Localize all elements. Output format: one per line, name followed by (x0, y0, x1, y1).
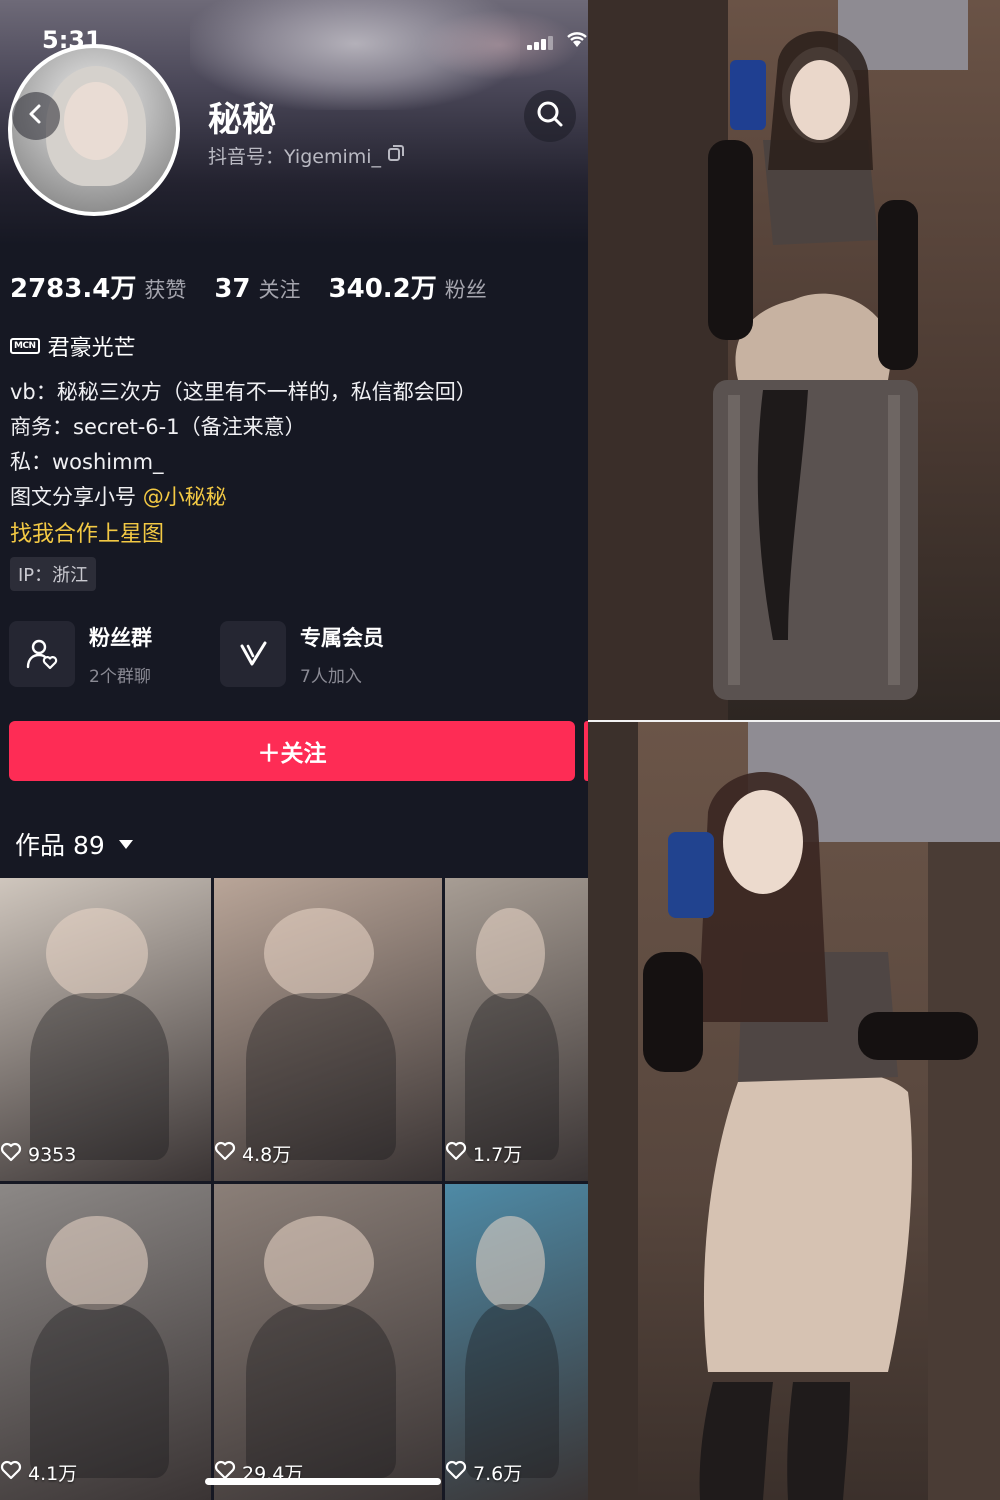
cooperation-link[interactable]: 找我合作上星图 (10, 516, 164, 548)
video-thumbnail[interactable]: 4.8万 (214, 878, 442, 1181)
douyin-id-text: 抖音号：Yigemimi_ (208, 146, 382, 168)
bio-line: 商务：secret-6-1（备注来意） (10, 415, 306, 439)
like-count-text: 1.7万 (473, 1144, 523, 1166)
stat-label: 获赞 (144, 278, 187, 302)
mcn-badge-icon: MCN (10, 338, 40, 354)
stat-label: 关注 (258, 278, 301, 302)
video-like-count: 4.8万 (214, 1140, 291, 1167)
stat-number: 340.2万 (328, 274, 437, 304)
back-button[interactable] (12, 92, 60, 140)
heart-icon (445, 1460, 467, 1485)
photo-bottom (588, 722, 1000, 1500)
mcn-agency[interactable]: MCN 君豪光芒 (10, 330, 136, 362)
card-title: 粉丝群 (89, 625, 152, 650)
video-like-count: 1.7万 (445, 1140, 522, 1167)
mention-link[interactable]: @小秘秘 (143, 485, 227, 509)
caret-down-icon (118, 839, 133, 849)
bio-line: vb：秘秘三次方（这里有不一样的，私信都会回） (10, 380, 477, 404)
like-count-text: 4.1万 (28, 1463, 78, 1485)
stat-label: 粉丝 (444, 278, 487, 302)
like-count-text: 9353 (28, 1143, 77, 1166)
search-button[interactable] (524, 90, 576, 142)
card-subtitle: 2个群聊 (89, 666, 151, 687)
video-thumbnail[interactable]: 4.1万 (0, 1184, 211, 1500)
douyin-id[interactable]: 抖音号：Yigemimi_ (208, 142, 405, 169)
heart-icon (0, 1142, 22, 1167)
video-thumbnail[interactable]: 7.6万 (445, 1184, 588, 1500)
like-count-text: 4.8万 (242, 1144, 292, 1166)
video-like-count: 4.1万 (0, 1459, 77, 1486)
profile-nickname: 秘秘 (208, 100, 276, 140)
bio-line: 私：woshimm_ (10, 450, 164, 474)
fan-group-icon (9, 621, 75, 687)
copy-icon[interactable] (387, 144, 405, 167)
heart-icon (445, 1141, 467, 1166)
heart-icon (214, 1141, 236, 1166)
works-tab-label: 作品 89 (15, 831, 105, 860)
signal-icon (527, 36, 553, 50)
video-thumbnail[interactable]: 1.7万 (445, 878, 588, 1181)
ip-location-tag: IP：浙江 (10, 557, 97, 591)
heart-icon (0, 1460, 22, 1485)
chevron-left-icon (25, 103, 47, 129)
search-icon (536, 100, 564, 132)
photo-top (588, 0, 1000, 720)
fan-group-card[interactable]: 粉丝群 2个群聊 (9, 620, 152, 688)
like-count-text: 7.6万 (473, 1463, 523, 1485)
video-thumbnail[interactable]: 9353 (0, 878, 211, 1181)
mcn-name: 君豪光芒 (47, 336, 136, 361)
video-like-count: 7.6万 (445, 1459, 522, 1486)
wifi-icon (566, 30, 588, 50)
profile-screen: 5:31 秘秘 抖音号：Yigemimi_ 2783.4万 获赞 37 关注 3… (0, 0, 588, 1500)
video-thumbnail[interactable]: 29.4万 (214, 1184, 442, 1500)
card-subtitle: 7人加入 (300, 666, 362, 687)
membership-v-icon (220, 621, 286, 687)
card-title: 专属会员 (300, 625, 384, 650)
stat-likes[interactable]: 2783.4万 获赞 (10, 268, 186, 305)
home-indicator (205, 1478, 441, 1485)
works-tab[interactable]: 作品 89 (15, 826, 133, 862)
profile-stats: 2783.4万 获赞 37 关注 340.2万 粉丝 (10, 268, 487, 305)
stat-followers[interactable]: 340.2万 粉丝 (329, 268, 487, 305)
bio-share-text: 图文分享小号 (10, 485, 136, 509)
bio-line: 图文分享小号 @小秘秘 (10, 480, 477, 515)
stat-number: 37 (214, 274, 251, 304)
video-like-count: 9353 (0, 1142, 76, 1167)
stat-number: 2783.4万 (10, 274, 137, 304)
works-grid: 9353 4.8万 1.7万 4.1万 29.4万 7.6万 (0, 878, 588, 1500)
profile-bio: vb：秘秘三次方（这里有不一样的，私信都会回） 商务：secret-6-1（备注… (10, 375, 477, 515)
membership-card[interactable]: 专属会员 7人加入 (220, 620, 384, 688)
follow-button[interactable]: ＋关注 (9, 721, 575, 781)
stat-following[interactable]: 37 关注 (214, 274, 300, 304)
